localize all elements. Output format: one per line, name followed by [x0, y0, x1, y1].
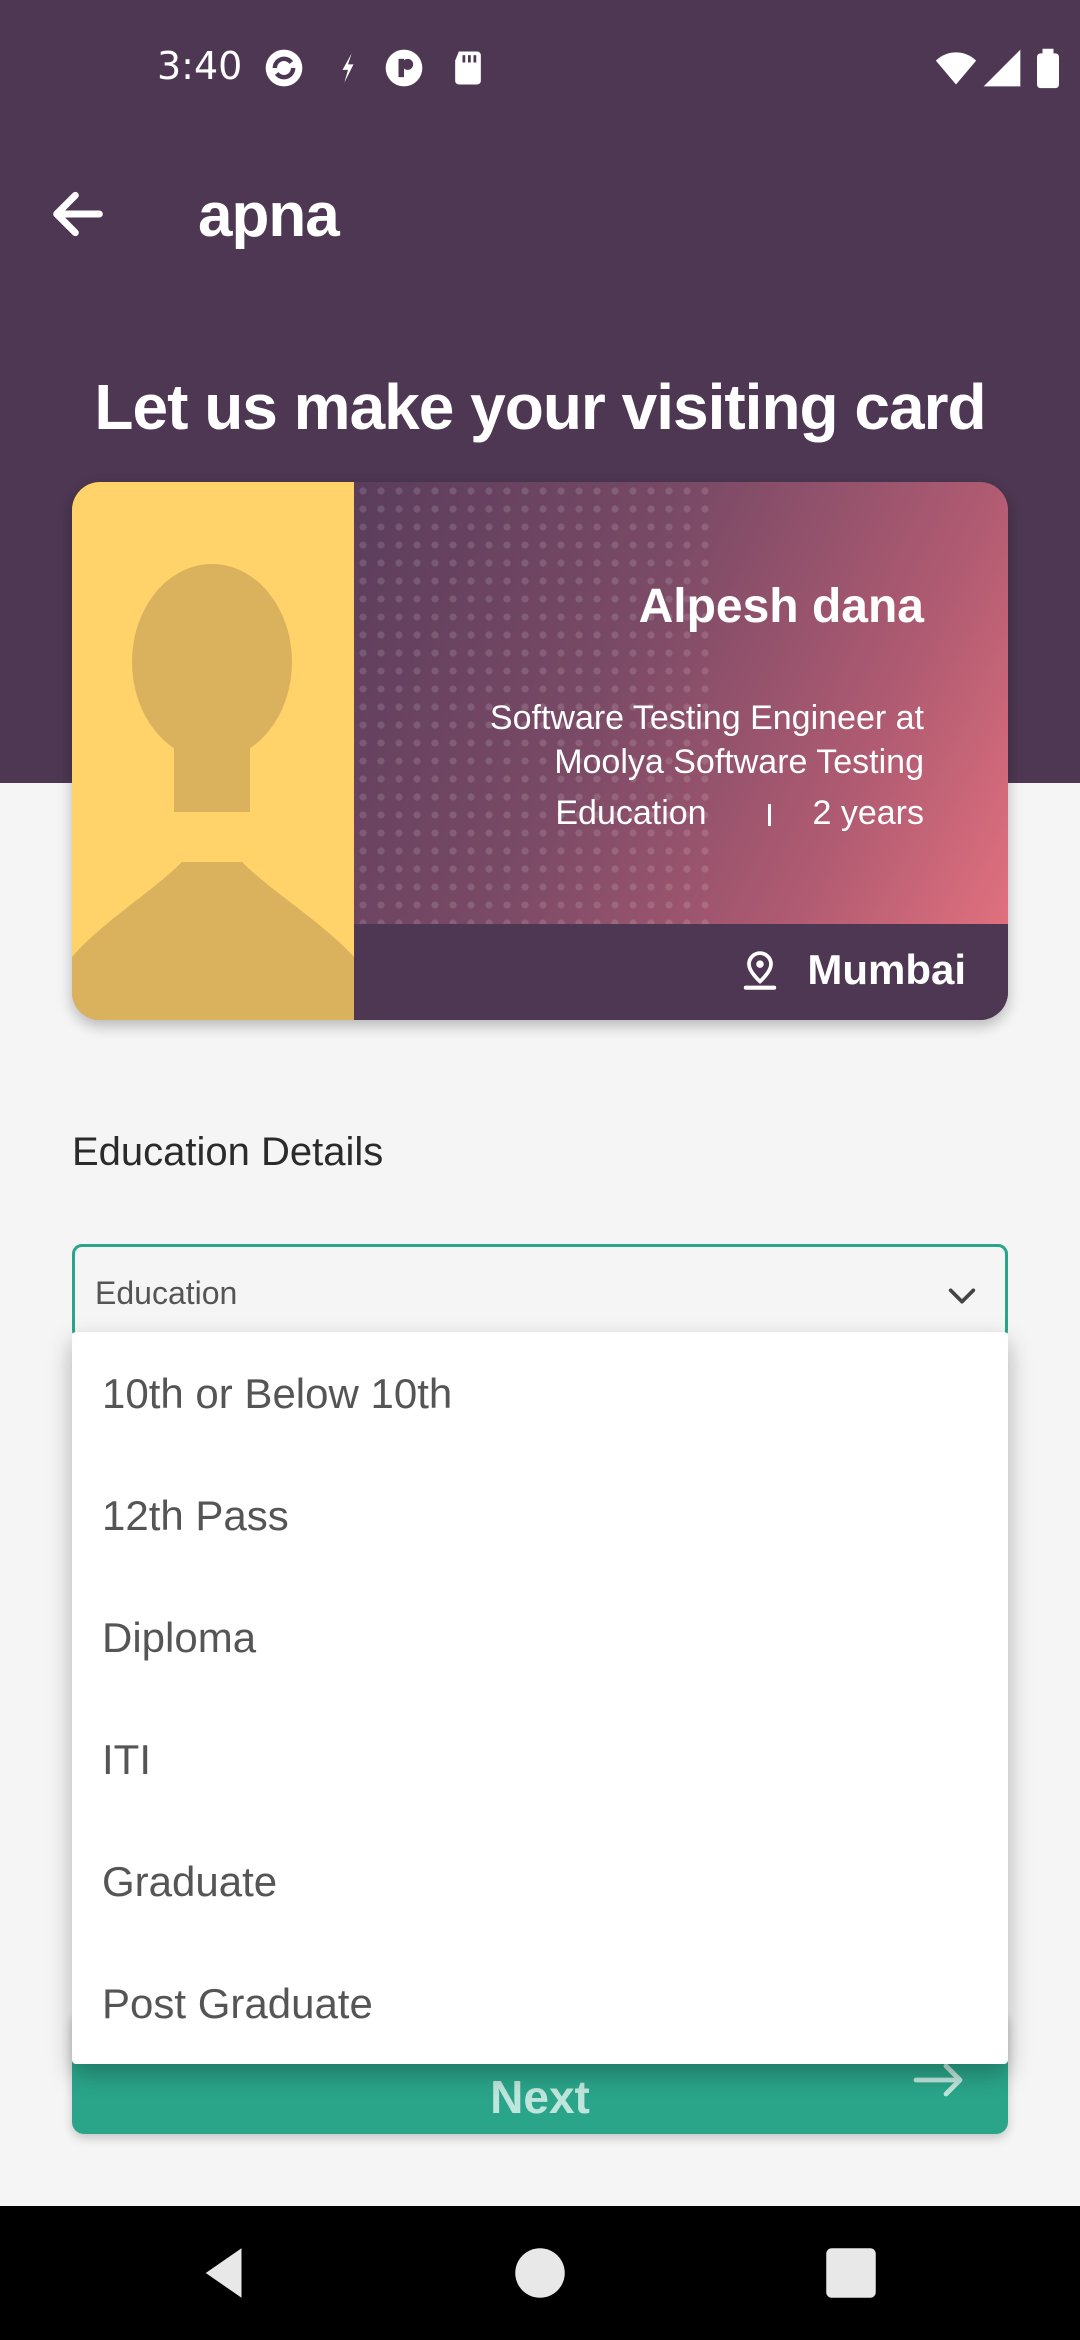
card-footer: Mumbai: [354, 924, 1008, 1020]
card-divider: [768, 804, 772, 827]
dropdown-option-post-graduate[interactable]: Post Graduate: [72, 1942, 1008, 2064]
card-role: Software Testing Engineer at Moolya Soft…: [489, 699, 924, 781]
app-title: apna: [198, 181, 340, 250]
next-button-label: Next: [490, 2071, 590, 2123]
wifi-icon: [935, 52, 977, 85]
dropdown-option-graduate[interactable]: Graduate: [72, 1820, 1008, 1942]
dropdown-option-label: Post Graduate: [102, 1980, 373, 2027]
education-select-value: Education: [95, 1275, 238, 1311]
card-education: Education: [555, 794, 707, 832]
nav-home-icon[interactable]: [507, 2240, 573, 2306]
card-gradient-panel: Alpesh dana Software Testing Engineer at…: [354, 482, 1008, 924]
dropdown-option-10th-or-below[interactable]: 10th or Below 10th: [72, 1332, 1008, 1454]
nav-back-icon[interactable]: [192, 2240, 258, 2306]
system-navigation-bar: [0, 2206, 1080, 2340]
location-pin-icon: [743, 951, 777, 990]
chevron-down-icon: [948, 1288, 976, 1304]
arrow-right-icon: [913, 2063, 963, 2097]
profile-photo-placeholder: [72, 482, 354, 1020]
battery-icon: [1037, 48, 1059, 89]
education-select[interactable]: Education: [72, 1244, 1008, 1340]
back-arrow-icon[interactable]: [46, 182, 110, 246]
dropdown-option-label: 12th Pass: [102, 1492, 289, 1539]
dropdown-option-label: Graduate: [102, 1858, 278, 1905]
sd-card-icon: [455, 51, 481, 85]
education-dropdown-menu: 10th or Below 10th 12th Pass Diploma ITI…: [72, 1332, 1008, 2064]
dropdown-option-label: Diploma: [102, 1614, 257, 1661]
card-city: Mumbai: [807, 946, 966, 993]
visiting-card-preview: Alpesh dana Software Testing Engineer at…: [72, 482, 1008, 1020]
page-heading: Let us make your visiting card: [94, 371, 986, 443]
dropdown-option-label: ITI: [102, 1736, 151, 1783]
dropdown-option-diploma[interactable]: Diploma: [72, 1576, 1008, 1698]
card-name: Alpesh dana: [638, 580, 924, 633]
dropdown-option-iti[interactable]: ITI: [72, 1698, 1008, 1820]
cell-signal-icon: [983, 49, 1021, 87]
status-bar: 3:40: [0, 0, 1080, 135]
dropdown-option-label: 10th or Below 10th: [102, 1370, 453, 1417]
card-meta: Education 2 years: [555, 794, 924, 833]
dropdown-option-12th-pass[interactable]: 12th Pass: [72, 1454, 1008, 1576]
app-notification-icon: [385, 49, 423, 87]
data-transfer-icon: [342, 53, 354, 83]
card-experience: 2 years: [812, 794, 925, 832]
avatar-silhouette-icon: [72, 564, 354, 1020]
nav-recents-icon[interactable]: [818, 2240, 884, 2306]
status-time: 3:40: [157, 44, 243, 88]
section-title: Education Details: [72, 1130, 384, 1174]
sync-icon: [265, 49, 303, 87]
